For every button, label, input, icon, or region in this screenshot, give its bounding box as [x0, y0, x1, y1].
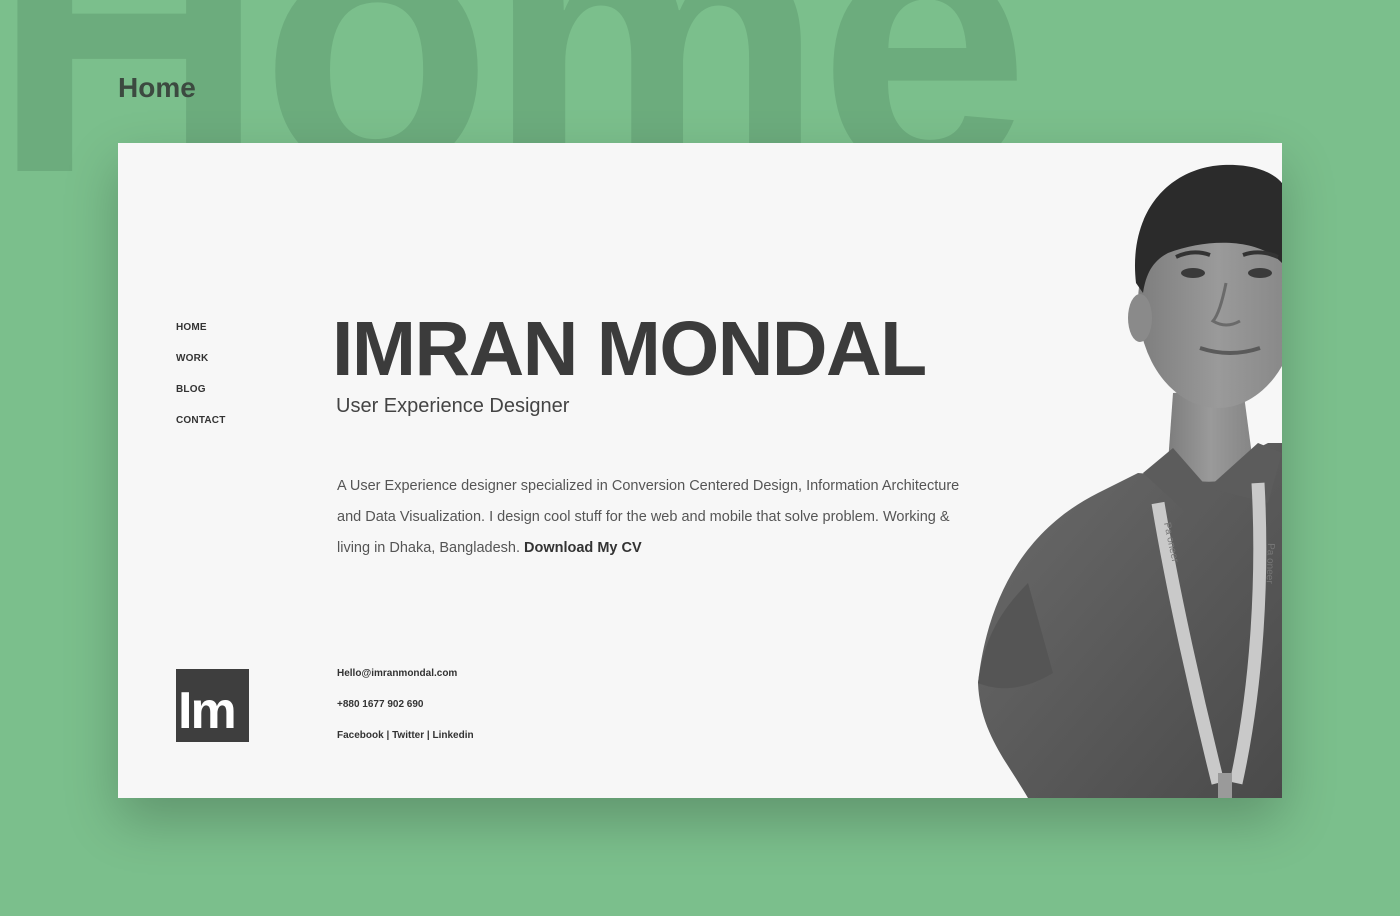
nav-item-home[interactable]: HOME — [176, 321, 226, 352]
email-link[interactable]: Hello@imranmondal.com — [337, 668, 457, 679]
social-separator: | — [386, 730, 390, 741]
twitter-link[interactable]: Twitter — [392, 730, 424, 741]
nav-item-contact[interactable]: CONTACT — [176, 414, 226, 445]
portrait-photo-icon: Pa oneer Pa oneer — [978, 164, 1282, 798]
contact-info: Hello@imranmondal.com +880 1677 902 690 … — [337, 667, 474, 760]
website-preview-card: HOME WORK BLOG CONTACT IMRAN MONDAL User… — [118, 143, 1282, 798]
lanyard-text: Pa oneer — [1264, 543, 1276, 585]
nav-item-work[interactable]: WORK — [176, 352, 226, 383]
hero-bio: A User Experience designer specialized i… — [337, 471, 967, 564]
main-navigation: HOME WORK BLOG CONTACT — [176, 321, 226, 445]
linkedin-link[interactable]: Linkedin — [432, 730, 473, 741]
phone-number: +880 1677 902 690 — [337, 699, 424, 710]
bio-text: A User Experience designer specialized i… — [337, 478, 960, 556]
social-separator: | — [426, 730, 430, 741]
social-links: Facebook | Twitter | Linkedin — [337, 729, 474, 760]
brand-logo[interactable]: Im — [176, 669, 249, 742]
hero-role: User Experience Designer — [336, 395, 570, 417]
hero-name: IMRAN MONDAL — [332, 306, 927, 392]
page-section-label: Home — [118, 72, 196, 103]
nav-item-blog[interactable]: BLOG — [176, 383, 226, 414]
download-cv-link[interactable]: Download My CV — [524, 540, 642, 556]
facebook-link[interactable]: Facebook — [337, 730, 384, 741]
